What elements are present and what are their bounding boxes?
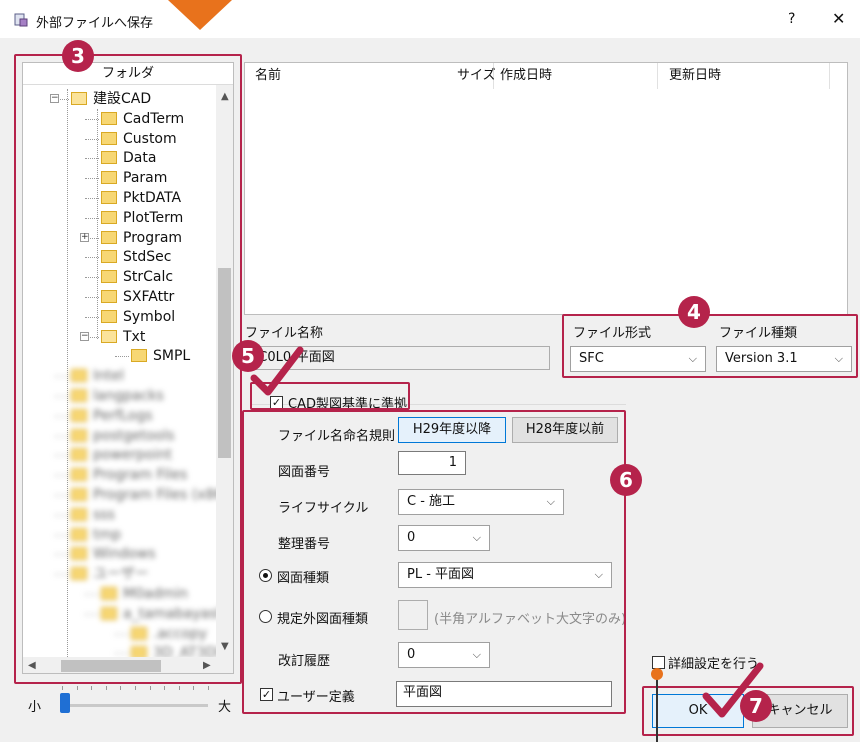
save-dialog: 外部ファイルへ保存 ? ✕ フォルダ − 建設CAD CadTerm Custom Da… (0, 0, 860, 742)
column-separator (829, 63, 830, 89)
callout-box-4 (562, 314, 858, 378)
app-icon (14, 13, 28, 27)
column-separator (657, 63, 658, 89)
window-title: 外部ファイルへ保存 (36, 16, 154, 31)
zoom-large-label: 大 (218, 700, 232, 715)
pointer-line (656, 676, 658, 742)
checkmark-icon (702, 662, 764, 718)
filename-label: ファイル名称 (245, 326, 324, 341)
zoom-slider-thumb[interactable] (60, 693, 70, 713)
column-size[interactable]: サイズ (457, 63, 496, 89)
close-button[interactable]: ✕ (832, 9, 845, 28)
zoom-tick (76, 686, 78, 690)
zoom-tick (105, 686, 107, 690)
zoom-tick (149, 686, 151, 690)
zoom-tick (62, 686, 63, 690)
callout-box-6 (242, 410, 626, 714)
pointer-dot (651, 668, 663, 680)
zoom-slider-track[interactable] (60, 704, 208, 707)
help-button[interactable]: ? (788, 11, 795, 27)
file-list[interactable]: 名前 サイズ 作成日時 更新日時 (244, 62, 848, 315)
zoom-tick (120, 686, 122, 690)
down-arrow-indicator (168, 0, 232, 30)
zoom-tick (164, 686, 166, 690)
zoom-tick (193, 686, 195, 690)
column-modified[interactable]: 更新日時 (669, 63, 721, 89)
checkmark-icon (250, 346, 304, 396)
step-badge-4: 4 (678, 296, 710, 328)
zoom-tick (178, 686, 180, 690)
title-bar: 外部ファイルへ保存 ? ✕ (0, 0, 860, 38)
zoom-tick (208, 686, 209, 690)
zoom-small-label: 小 (28, 700, 42, 715)
step-badge-3: 3 (62, 40, 94, 72)
callout-box-3 (14, 54, 242, 684)
column-created[interactable]: 作成日時 (500, 63, 552, 89)
zoom-tick (135, 686, 136, 690)
step-badge-6: 6 (610, 464, 642, 496)
zoom-tick (91, 686, 93, 690)
advanced-settings-checkbox[interactable] (652, 656, 665, 669)
column-name[interactable]: 名前 (255, 63, 281, 89)
